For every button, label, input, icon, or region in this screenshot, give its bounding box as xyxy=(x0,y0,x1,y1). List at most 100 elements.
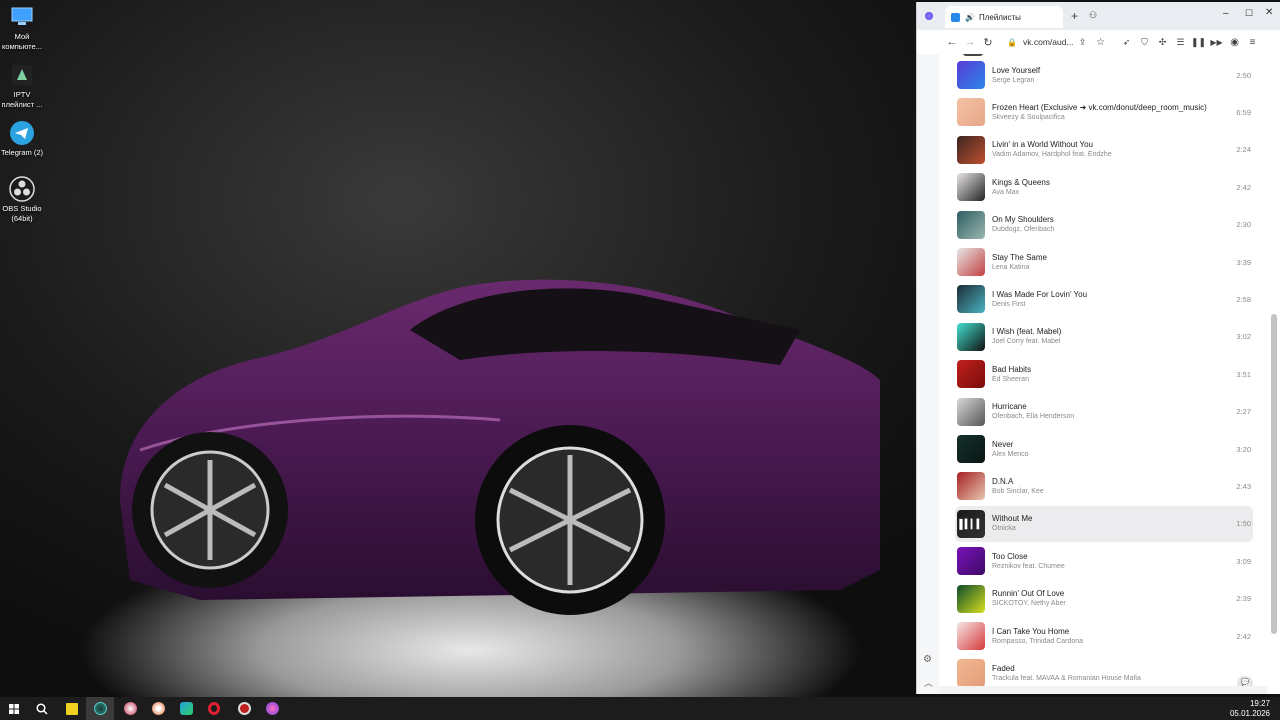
rocket-icon[interactable]: ➶ xyxy=(1118,33,1136,51)
track-title[interactable]: Faded xyxy=(992,663,1251,674)
track-artist[interactable]: Denis First xyxy=(992,300,1236,310)
extensions-icon[interactable]: ✣ xyxy=(1154,33,1172,51)
speaker-icon[interactable]: 🔊 xyxy=(965,13,975,22)
back-icon[interactable]: ← xyxy=(943,33,961,51)
track-cover[interactable] xyxy=(957,210,985,239)
chevron-up-icon[interactable]: ︿ xyxy=(924,676,933,689)
menu-icon[interactable]: ≡ xyxy=(1244,33,1262,51)
shield-icon[interactable]: ⛉ xyxy=(1136,33,1154,51)
track-row[interactable]: Runnin' Out Of Love SICKOTOY, Nethy Aber 2… xyxy=(955,581,1253,617)
maximize-icon[interactable]: ☐ xyxy=(1245,8,1253,19)
track-artist[interactable]: Dubdogz, Ofenbach xyxy=(992,225,1236,235)
track-artist[interactable]: Trackula feat. MAVAA & Romanian House Ma… xyxy=(992,674,1251,684)
track-title[interactable]: Bad Habits xyxy=(992,364,1236,375)
track-title[interactable]: Hurricane xyxy=(992,401,1236,412)
desktop-icon-obs[interactable]: OBS Studio (64bit) xyxy=(0,176,44,224)
track-artist[interactable]: Ofenbach, Ella Henderson xyxy=(992,412,1236,422)
taskbar-app-3[interactable] xyxy=(144,697,172,720)
track-cover[interactable] xyxy=(957,622,985,650)
taskbar-opera[interactable] xyxy=(200,697,228,720)
track-artist[interactable]: Alex Menco xyxy=(992,450,1236,460)
search-button[interactable] xyxy=(28,697,56,720)
track-title[interactable]: On My Shoulders xyxy=(992,214,1236,225)
track-title[interactable]: I Can Take You Home xyxy=(992,626,1236,637)
browser-logo-icon[interactable] xyxy=(925,12,933,20)
bookmark-star-icon[interactable]: ☆ xyxy=(1092,33,1110,51)
profile-icon[interactable]: ◉ xyxy=(1226,33,1244,51)
track-cover[interactable] xyxy=(957,472,985,501)
playlist-icon[interactable]: ☰ xyxy=(1172,33,1190,51)
track-title[interactable]: I Was Made For Lovin' You xyxy=(992,289,1236,300)
track-cover[interactable] xyxy=(957,435,985,463)
track-cover[interactable] xyxy=(957,659,985,686)
taskbar-app-7[interactable] xyxy=(258,697,286,720)
horizontal-scrollbar[interactable] xyxy=(939,686,1267,694)
forward-icon[interactable]: → xyxy=(961,33,979,51)
track-artist[interactable]: Ed Sheeran xyxy=(992,375,1236,385)
track-cover[interactable] xyxy=(957,135,985,164)
track-row[interactable]: Hurricane Ofenbach, Ella Henderson 2:27 xyxy=(955,394,1253,430)
track-artist[interactable]: Serge Legran xyxy=(992,76,1236,86)
track-cover[interactable]: ▌▍▎▍ xyxy=(957,509,985,538)
track-artist[interactable]: Reznikov feat. Chumee xyxy=(992,562,1236,572)
taskbar-clock[interactable]: 19:27 05.01.2026 xyxy=(1230,699,1270,719)
track-title[interactable]: Frozen Heart (Exclusive ➜ vk.com/donut/d… xyxy=(992,102,1236,113)
track-title[interactable]: Without Me xyxy=(992,513,1236,524)
track-artist[interactable]: Skveezy & Soulpacifica xyxy=(992,113,1236,123)
desktop-icon-my-computer[interactable]: Мой компьюте... xyxy=(0,4,44,52)
track-cover[interactable] xyxy=(957,173,985,202)
new-tab-icon[interactable]: + xyxy=(1071,9,1078,23)
start-button[interactable] xyxy=(0,697,28,720)
track-title[interactable]: I Wish (feat. Mabel) xyxy=(992,326,1236,337)
pause-icon[interactable]: ❚❚ xyxy=(1190,33,1208,51)
track-artist[interactable]: Otnicka xyxy=(992,524,1236,534)
track-artist[interactable]: Ava Max xyxy=(992,188,1236,198)
address-bar[interactable]: vk.com/aud... xyxy=(1023,37,1074,47)
track-cover[interactable] xyxy=(957,61,985,89)
track-title[interactable]: D.N.A xyxy=(992,476,1236,487)
track-artist[interactable]: Joel Corry feat. Mabel xyxy=(992,337,1236,347)
track-row[interactable]: Livin' in a World Without You Vadim Adamo… xyxy=(955,132,1253,168)
minimize-icon[interactable]: – xyxy=(1223,8,1229,19)
taskbar-app-4[interactable] xyxy=(172,697,200,720)
track-row[interactable]: D.N.A Bob Sinclar, Kee 2:43 xyxy=(955,468,1253,504)
vertical-scrollbar[interactable] xyxy=(1267,54,1280,694)
track-row[interactable]: Kings & Queens Ava Max 2:42 xyxy=(955,169,1253,205)
track-row[interactable]: I Was Made For Lovin' You Denis First 2:58 xyxy=(955,281,1253,317)
chat-icon[interactable]: 💬 xyxy=(1237,676,1253,686)
track-row[interactable]: Bad Habits Ed Sheeran 3:51 xyxy=(955,356,1253,392)
track-cover[interactable] xyxy=(957,285,985,314)
track-title[interactable]: Stay The Same xyxy=(992,252,1236,263)
track-title[interactable]: Love Yourself xyxy=(992,65,1236,76)
track-artist[interactable]: Rompasso, Trinidad Cardona xyxy=(992,637,1236,647)
taskbar-browser-app[interactable] xyxy=(86,697,114,720)
taskbar-notes-app[interactable] xyxy=(58,697,86,720)
incognito-icon[interactable]: ⚇ xyxy=(1089,10,1097,21)
track-artist[interactable]: SICKOTOY, Nethy Aber xyxy=(992,599,1236,609)
next-track-icon[interactable]: ▶▶ xyxy=(1208,33,1226,51)
track-title[interactable]: Livin' in a World Without You xyxy=(992,139,1236,150)
track-row[interactable]: I Wish (feat. Mabel) Joel Corry feat. Mab… xyxy=(955,319,1253,355)
desktop-icon-iptv[interactable]: IPTV плейлист ... xyxy=(0,62,44,110)
track-artist[interactable]: Bob Sinclar, Kee xyxy=(992,487,1236,497)
track-row[interactable]: I Can Take You Home Rompasso, Trinidad Ca… xyxy=(955,618,1253,654)
track-title[interactable]: Never xyxy=(992,439,1236,450)
track-cover[interactable] xyxy=(957,397,985,426)
close-icon[interactable]: ✕ xyxy=(1265,7,1273,18)
track-row[interactable]: Stay The Same Lena Katina 3:39 xyxy=(955,244,1253,280)
track-row[interactable]: Love Yourself Serge Legran 2:50 xyxy=(955,57,1253,93)
track-cover[interactable] xyxy=(957,322,985,351)
track-cover[interactable] xyxy=(957,98,985,127)
track-cover[interactable] xyxy=(957,360,985,389)
track-title[interactable]: Kings & Queens xyxy=(992,177,1236,188)
desktop-icon-telegram[interactable]: Telegram (2) xyxy=(0,120,44,158)
track-title[interactable]: Runnin' Out Of Love xyxy=(992,588,1236,599)
track-title[interactable]: Too Close xyxy=(992,551,1236,562)
track-row[interactable]: On My Shoulders Dubdogz, Ofenbach 2:30 xyxy=(955,207,1253,243)
track-row[interactable]: ▌▍▎▍ Without Me Otnicka 1:50 xyxy=(955,505,1253,542)
track-cover[interactable] xyxy=(957,547,985,576)
track-artist[interactable]: Vadim Adamov, Hardphol feat. Endzhe xyxy=(992,150,1236,160)
track-row[interactable]: Too Close Reznikov feat. Chumee 3:09 xyxy=(955,543,1253,579)
taskbar-app-6[interactable] xyxy=(230,697,258,720)
track-row[interactable]: Frozen Heart (Exclusive ➜ vk.com/donut/d… xyxy=(955,94,1253,130)
